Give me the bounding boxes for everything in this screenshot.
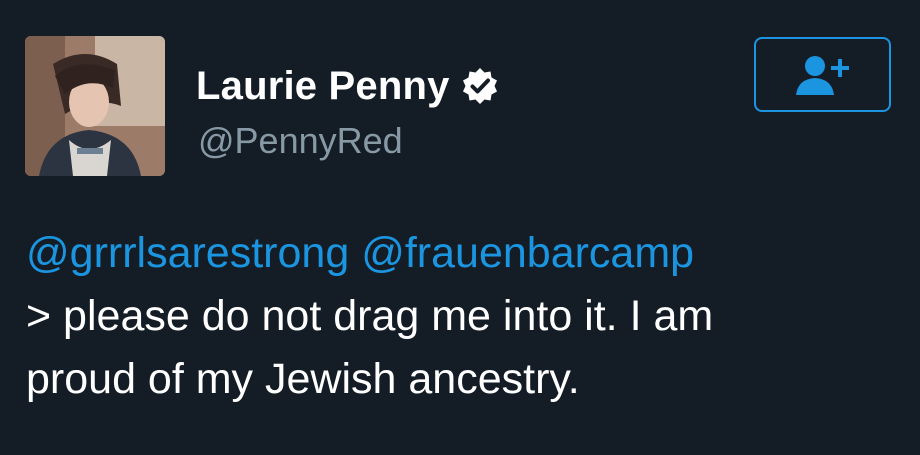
author-avatar[interactable] [25, 36, 165, 176]
tweet-text-line: > please do not drag me into it. I am [26, 292, 714, 340]
tweet-card: Laurie Penny @PennyRed @grrrlsarestrong … [0, 0, 920, 455]
avatar-image [25, 36, 165, 176]
author-name-row: Laurie Penny [196, 56, 500, 116]
tweet-text-line: proud of my Jewish ancestry. [26, 355, 580, 403]
follow-button[interactable] [754, 37, 891, 112]
tweet-mentions-line: @grrrlsarestrong @frauenbarcamp [26, 222, 896, 285]
tweet-text: @grrrlsarestrong @frauenbarcamp > please… [26, 222, 896, 411]
author-display-name[interactable]: Laurie Penny [196, 64, 450, 109]
verified-badge-icon [460, 66, 500, 106]
mention-link[interactable]: @grrrlsarestrong [26, 229, 349, 277]
author-handle[interactable]: @PennyRed [198, 120, 403, 162]
mention-link[interactable]: @frauenbarcamp [361, 229, 694, 277]
follow-user-plus-icon [795, 55, 849, 95]
